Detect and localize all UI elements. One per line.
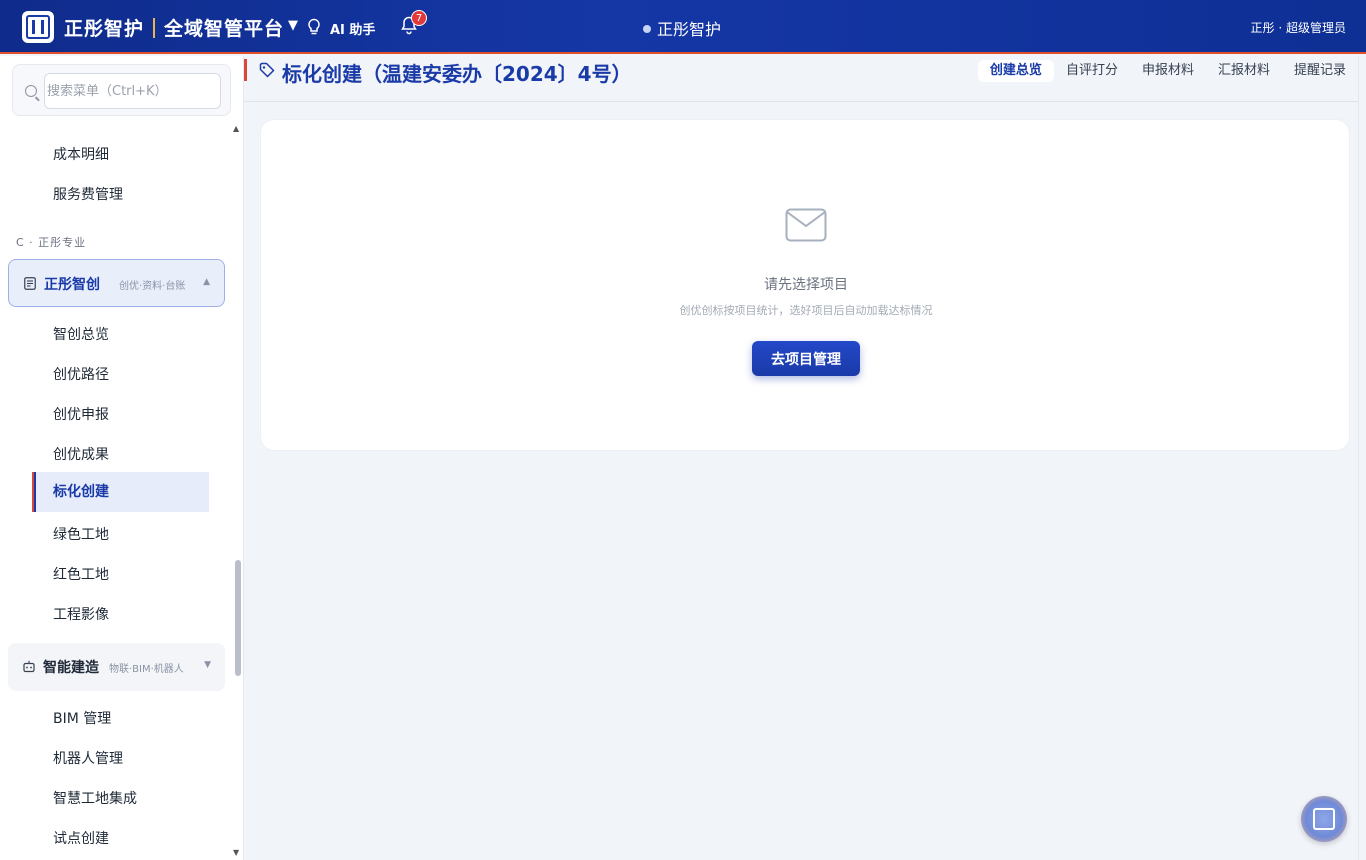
robot-icon bbox=[23, 660, 35, 673]
chevron-up-icon: ▲ bbox=[203, 277, 210, 287]
search-box bbox=[12, 64, 231, 116]
sidebar: ▲ ▼ 成本明细 服务费管理 C · 正彤专业 正彤智创 创优·资料·台账 ▲ … bbox=[0, 56, 244, 860]
group-title: 智能建造 bbox=[43, 660, 99, 676]
go-project-management-button[interactable]: 去项目管理 bbox=[752, 341, 860, 376]
chevron-down-icon[interactable]: ▼ bbox=[288, 18, 298, 33]
search-input[interactable] bbox=[44, 73, 221, 109]
logo-icon[interactable] bbox=[22, 11, 54, 43]
assistant-float-icon[interactable] bbox=[1301, 796, 1347, 842]
ai-assistant-button[interactable]: AI 助手 bbox=[330, 19, 375, 38]
brand-separator bbox=[153, 17, 156, 38]
brand-name: 正彤智护 bbox=[64, 18, 145, 40]
sidebar-item-path[interactable]: 创优路径 bbox=[53, 364, 109, 384]
sidebar-item-service-fee[interactable]: 服务费管理 bbox=[53, 184, 123, 204]
notification-badge: 7 bbox=[411, 10, 427, 26]
section-label: C · 正彤专业 bbox=[16, 236, 87, 249]
platform-name: 全域智管平台 bbox=[164, 18, 285, 40]
center-title: 正彤智护 bbox=[657, 20, 722, 39]
lightbulb-icon[interactable] bbox=[306, 18, 322, 36]
search-icon bbox=[25, 85, 37, 97]
group-subtitle: 创优·资料·台账 bbox=[119, 281, 186, 292]
tab-reminders[interactable]: 提醒记录 bbox=[1282, 60, 1358, 82]
document-icon bbox=[24, 277, 36, 290]
sidebar-item-bim[interactable]: BIM 管理 bbox=[53, 708, 111, 728]
sidebar-item-smart-site[interactable]: 智慧工地集成 bbox=[53, 788, 137, 808]
sidebar-group-smart-build[interactable]: 智能建造 物联·BIM·机器人 ▼ bbox=[8, 643, 225, 691]
page-title: 标化创建（温建安委办〔2024〕4号） bbox=[282, 62, 632, 86]
tab-overview[interactable]: 创建总览 bbox=[977, 60, 1054, 82]
empty-state-subtitle: 创优创标按项目统计，选好项目后自动加载达标情况 bbox=[679, 304, 933, 317]
sidebar-item-apply[interactable]: 创优申报 bbox=[53, 404, 109, 424]
page-header: 标化创建（温建安委办〔2024〕4号） 创建总览 自评打分 申报材料 汇报材料 … bbox=[244, 56, 1358, 102]
sidebar-item-red-site[interactable]: 红色工地 bbox=[53, 564, 109, 584]
sidebar-group-zhichuang[interactable]: 正彤智创 创优·资料·台账 ▲ bbox=[8, 259, 225, 307]
sidebar-item-results[interactable]: 创优成果 bbox=[53, 444, 109, 464]
chevron-down-icon: ▼ bbox=[204, 660, 211, 670]
tag-icon bbox=[259, 62, 275, 78]
sidebar-item-robot[interactable]: 机器人管理 bbox=[53, 748, 123, 768]
top-bar: 正彤智护 全域智管平台 ▼ AI 助手 7 正彤智护 正彤 · 超级管理员 bbox=[0, 0, 1366, 54]
tab-bar: 创建总览 自评打分 申报材料 汇报材料 提醒记录 bbox=[977, 60, 1358, 82]
tab-report-materials[interactable]: 汇报材料 bbox=[1206, 60, 1282, 82]
sidebar-item-green-site[interactable]: 绿色工地 bbox=[53, 524, 109, 544]
scroll-up-arrow[interactable]: ▲ bbox=[233, 124, 239, 133]
empty-state-title: 请先选择项目 bbox=[764, 277, 848, 293]
sidebar-item-cost-detail[interactable]: 成本明细 bbox=[53, 144, 109, 164]
sidebar-item-overview[interactable]: 智创总览 bbox=[53, 324, 109, 344]
sidebar-scrollbar[interactable] bbox=[235, 560, 241, 676]
group-subtitle: 物联·BIM·机器人 bbox=[109, 664, 184, 675]
mail-icon bbox=[785, 208, 827, 242]
empty-state-card: 请先选择项目 创优创标按项目统计，选好项目后自动加载达标情况 去项目管理 bbox=[260, 119, 1350, 451]
brand-title: 正彤智护 全域智管平台 bbox=[64, 14, 284, 41]
sidebar-item-standardization[interactable]: 标化创建 bbox=[32, 472, 209, 512]
user-menu[interactable]: 正彤 · 超级管理员 bbox=[1251, 19, 1346, 36]
tab-application-materials[interactable]: 申报材料 bbox=[1130, 60, 1206, 82]
scroll-down-arrow[interactable]: ▼ bbox=[233, 848, 239, 857]
main-scrollbar[interactable] bbox=[1358, 56, 1366, 860]
sidebar-item-images[interactable]: 工程影像 bbox=[53, 604, 109, 624]
group-title: 正彤智创 bbox=[44, 277, 100, 293]
status-dot bbox=[643, 25, 651, 33]
sidebar-item-pilot[interactable]: 试点创建 bbox=[53, 828, 109, 848]
header-accent-bar bbox=[244, 59, 247, 81]
tab-self-assessment[interactable]: 自评打分 bbox=[1054, 60, 1130, 82]
